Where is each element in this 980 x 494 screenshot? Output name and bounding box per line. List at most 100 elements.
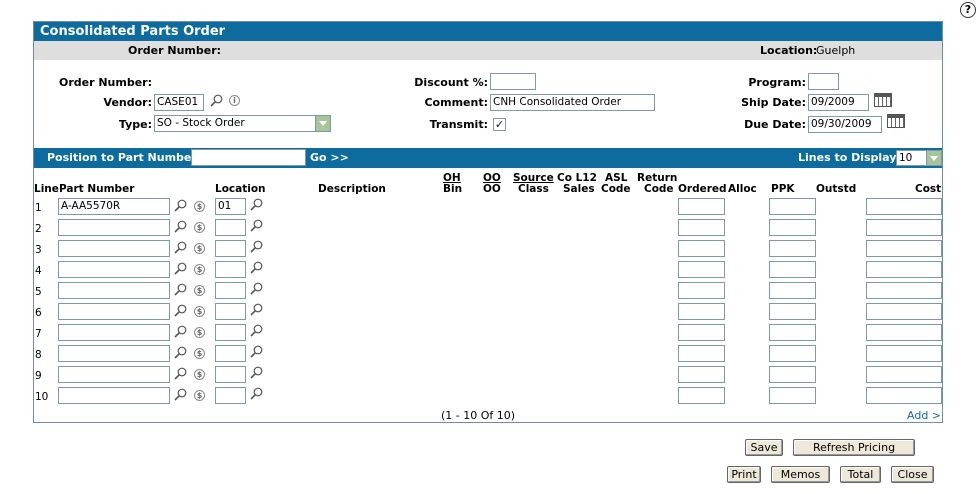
location-input[interactable]: 01 (215, 198, 246, 215)
ppk-input[interactable] (769, 261, 816, 278)
ship-date-calendar-icon[interactable] (874, 93, 892, 107)
cost-input[interactable] (866, 261, 942, 278)
cost-input[interactable] (866, 303, 942, 320)
cost-input[interactable] (866, 198, 942, 215)
cost-input[interactable] (866, 387, 942, 404)
location-search-icon[interactable] (250, 261, 263, 277)
memos-button[interactable]: Memos (771, 466, 830, 483)
ppk-input[interactable] (769, 219, 816, 236)
part-number-input[interactable] (58, 240, 170, 257)
location-input[interactable] (215, 303, 246, 320)
part-search-icon[interactable] (174, 367, 187, 383)
location-search-icon[interactable] (250, 282, 263, 298)
part-number-input[interactable] (58, 261, 170, 278)
part-info-icon[interactable]: $ (194, 327, 205, 338)
program-input[interactable] (808, 73, 839, 90)
discount-input[interactable] (490, 73, 536, 90)
refresh-pricing-button[interactable]: Refresh Pricing (793, 439, 915, 456)
ppk-input[interactable] (769, 345, 816, 362)
part-search-icon[interactable] (174, 262, 187, 278)
total-button[interactable]: Total (840, 466, 881, 483)
ordered-input[interactable] (678, 240, 725, 257)
part-info-icon[interactable]: $ (194, 201, 205, 212)
help-icon[interactable]: ? (960, 2, 976, 18)
chevron-down-icon[interactable] (315, 116, 330, 131)
ordered-input[interactable] (678, 282, 725, 299)
print-button[interactable]: Print (727, 466, 761, 483)
ordered-input[interactable] (678, 261, 725, 278)
location-input[interactable] (215, 261, 246, 278)
type-select[interactable]: SO - Stock Order (154, 115, 331, 132)
ordered-input[interactable] (678, 219, 725, 236)
part-number-input[interactable] (58, 303, 170, 320)
part-info-icon[interactable]: $ (194, 264, 205, 275)
transmit-checkbox[interactable]: ✓ (493, 118, 506, 131)
part-number-input[interactable]: A-AA5570R (58, 198, 170, 215)
location-input[interactable] (215, 345, 246, 362)
location-search-icon[interactable] (250, 345, 263, 361)
ship-date-input[interactable]: 09/2009 (808, 94, 869, 111)
location-input[interactable] (215, 219, 246, 236)
ppk-input[interactable] (769, 387, 816, 404)
go-link[interactable]: Go >> (310, 148, 349, 168)
lines-to-display-select[interactable]: 10 (896, 150, 942, 166)
part-search-icon[interactable] (174, 220, 187, 236)
due-date-input[interactable]: 09/30/2009 (808, 116, 882, 133)
ordered-input[interactable] (678, 345, 725, 362)
location-input[interactable] (215, 366, 246, 383)
cost-input[interactable] (866, 282, 942, 299)
part-number-input[interactable] (58, 387, 170, 404)
ppk-input[interactable] (769, 324, 816, 341)
ppk-input[interactable] (769, 240, 816, 257)
location-search-icon[interactable] (250, 387, 263, 403)
vendor-search-icon[interactable] (210, 94, 223, 107)
part-search-icon[interactable] (174, 325, 187, 341)
part-info-icon[interactable]: $ (194, 390, 205, 401)
part-search-icon[interactable] (174, 346, 187, 362)
cost-input[interactable] (866, 219, 942, 236)
location-input[interactable] (215, 240, 246, 257)
part-info-icon[interactable]: $ (194, 243, 205, 254)
ppk-input[interactable] (769, 303, 816, 320)
cost-input[interactable] (866, 345, 942, 362)
ppk-input[interactable] (769, 366, 816, 383)
part-info-icon[interactable]: $ (194, 285, 205, 296)
location-search-icon[interactable] (250, 303, 263, 319)
location-search-icon[interactable] (250, 324, 263, 340)
comment-input[interactable]: CNH Consolidated Order (490, 94, 655, 111)
part-search-icon[interactable] (174, 283, 187, 299)
ordered-input[interactable] (678, 198, 725, 215)
vendor-input[interactable]: CASE01 (154, 94, 204, 111)
location-input[interactable] (215, 387, 246, 404)
location-search-icon[interactable] (250, 366, 263, 382)
chevron-down-icon[interactable] (926, 151, 941, 165)
location-input[interactable] (215, 282, 246, 299)
part-search-icon[interactable] (174, 199, 187, 215)
part-info-icon[interactable]: $ (194, 348, 205, 359)
position-input[interactable] (191, 149, 306, 166)
part-number-input[interactable] (58, 366, 170, 383)
ordered-input[interactable] (678, 303, 725, 320)
close-button[interactable]: Close (891, 466, 934, 483)
ordered-input[interactable] (678, 366, 725, 383)
ordered-input[interactable] (678, 387, 725, 404)
ppk-input[interactable] (769, 198, 816, 215)
location-search-icon[interactable] (250, 198, 263, 214)
part-number-input[interactable] (58, 345, 170, 362)
cost-input[interactable] (866, 240, 942, 257)
due-date-calendar-icon[interactable] (887, 114, 905, 128)
cost-input[interactable] (866, 366, 942, 383)
part-number-input[interactable] (58, 324, 170, 341)
vendor-info-icon[interactable]: i (229, 95, 240, 106)
part-info-icon[interactable]: $ (194, 222, 205, 233)
part-info-icon[interactable]: $ (194, 369, 205, 380)
save-button[interactable]: Save (745, 439, 783, 456)
part-search-icon[interactable] (174, 241, 187, 257)
add-link[interactable]: Add > (907, 409, 941, 422)
location-search-icon[interactable] (250, 240, 263, 256)
part-number-input[interactable] (58, 282, 170, 299)
part-search-icon[interactable] (174, 304, 187, 320)
ordered-input[interactable] (678, 324, 725, 341)
location-input[interactable] (215, 324, 246, 341)
part-info-icon[interactable]: $ (194, 306, 205, 317)
